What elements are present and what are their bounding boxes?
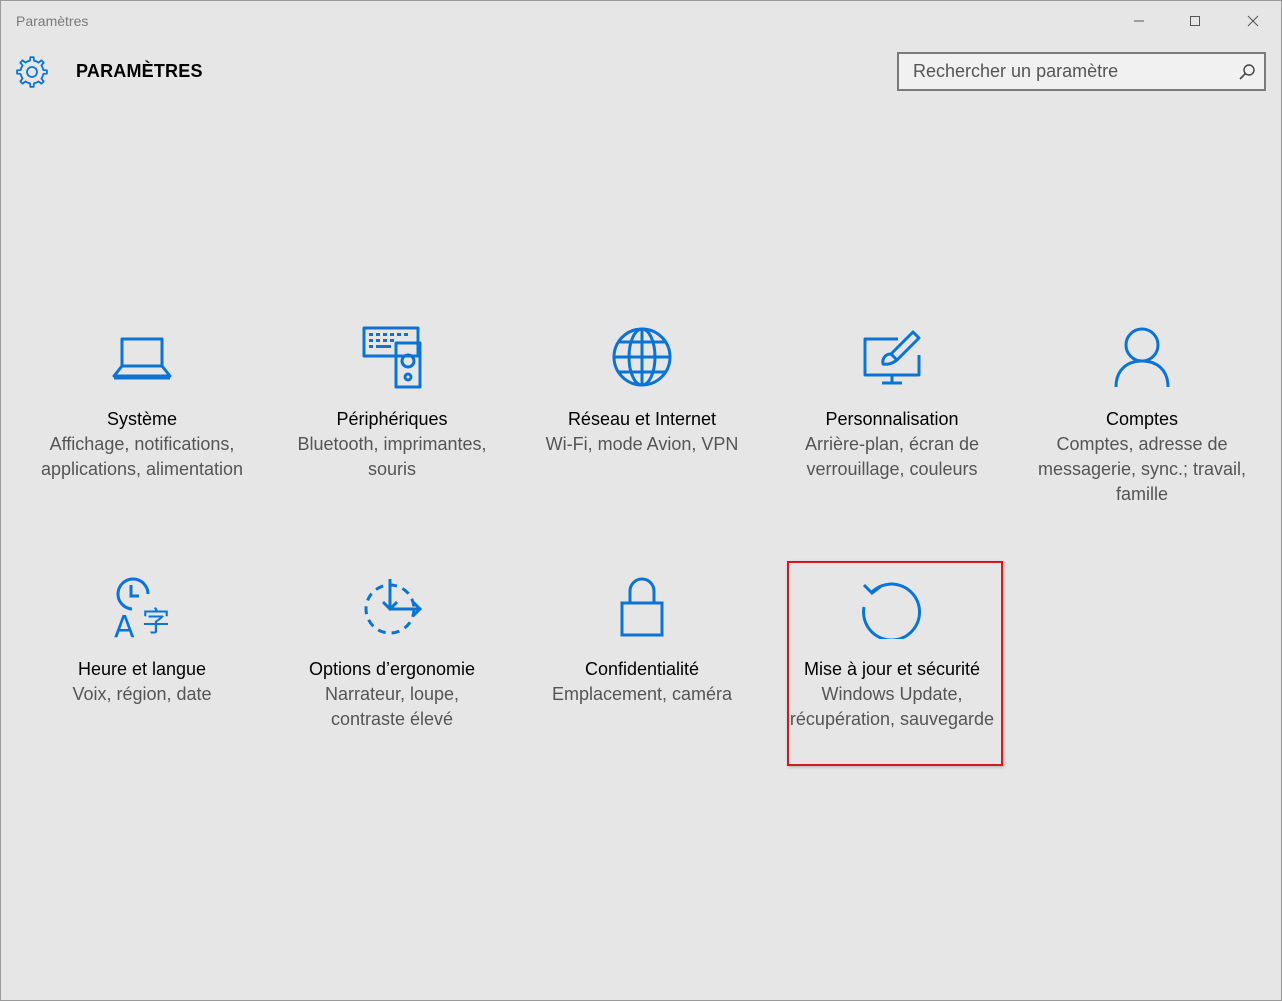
keyboard-speaker-icon [362,326,422,389]
settings-window: Paramètres PARAMÈTRES Rechercher un para… [0,0,1282,1001]
tile-title: Réseau et Internet [567,409,717,429]
tile-confidentialite[interactable]: Confidentialité Emplacement, caméra [537,575,747,707]
tile-description: Arrière-plan, écran de verrouillage, cou… [804,434,980,479]
tile-peripheriques[interactable]: Périphériques Bluetooth, imprimantes, so… [287,325,497,482]
close-icon [1247,15,1259,27]
tile-title: Système [106,409,178,429]
laptop-icon [112,337,172,380]
close-button[interactable] [1225,1,1281,41]
tile-description: Comptes, adresse de messagerie, sync.; t… [1037,434,1247,504]
window-title: Paramètres [16,13,89,29]
minimize-button[interactable] [1111,1,1167,41]
tile-title: Personnalisation [825,409,959,429]
minimize-icon [1134,20,1144,22]
highlight-frame [787,561,1003,766]
tile-description: Bluetooth, imprimantes, souris [297,434,487,479]
tile-description: Narrateur, loupe, contraste élevé [324,684,460,729]
tile-description: Wi-Fi, mode Avion, VPN [545,434,739,454]
tile-title: Confidentialité [584,659,700,679]
tile-reseau[interactable]: Réseau et Internet Wi-Fi, mode Avion, VP… [537,325,747,457]
gear-icon [16,56,48,88]
maximize-icon [1190,16,1200,26]
tile-systeme[interactable]: Système Affichage, notifications, applic… [37,325,247,482]
search-icon[interactable] [1238,63,1256,81]
tile-heure-langue[interactable]: A 字 Heure et langue Voix, région, date [37,575,247,707]
tile-description: Voix, région, date [72,684,212,704]
tile-personnalisation[interactable]: Personnalisation Arrière-plan, écran de … [787,325,997,482]
paint-monitor-icon [863,330,921,385]
search-input[interactable] [899,54,1264,89]
tile-ergonomie[interactable]: Options d’ergonomie Narrateur, loupe, co… [287,575,497,732]
page-title: PARAMÈTRES [76,61,203,81]
tile-title: Comptes [1105,409,1179,429]
tile-description: Emplacement, caméra [551,684,733,704]
tile-title: Options d’ergonomie [308,659,476,679]
search-box[interactable] [897,52,1266,91]
title-bar: Paramètres [1,1,1281,41]
svg-text:字: 字 [142,605,170,638]
tile-title: Périphériques [336,409,448,429]
time-language-icon: A 字 [114,577,170,639]
person-icon [1114,327,1170,388]
maximize-button[interactable] [1167,1,1223,41]
lock-icon [620,577,664,637]
tile-comptes[interactable]: Comptes Comptes, adresse de messagerie, … [1037,325,1247,507]
svg-text:A: A [114,610,135,639]
tile-title: Heure et langue [77,659,207,679]
tile-description: Affichage, notifications, applications, … [40,434,244,479]
ease-of-access-icon [364,579,423,635]
globe-icon [612,327,672,387]
